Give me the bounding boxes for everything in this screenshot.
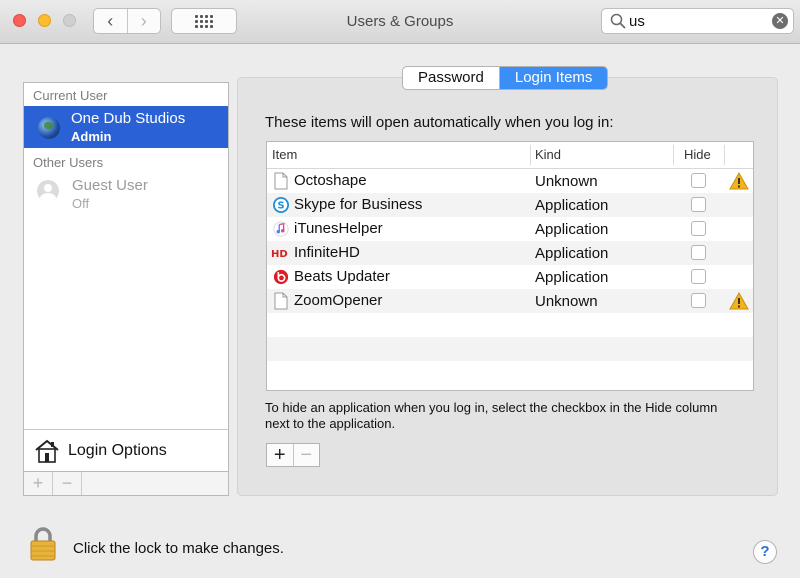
empty-row [267, 361, 753, 385]
globe-avatar-icon [38, 117, 60, 139]
warning-icon [729, 292, 749, 310]
hide-help-text: To hide an application when you log in, … [265, 400, 718, 431]
remove-user-button[interactable]: − [53, 472, 82, 495]
search-icon [610, 13, 626, 29]
item-name: Beats Updater [294, 268, 390, 285]
hide-checkbox[interactable] [691, 269, 706, 284]
search-input[interactable] [629, 12, 769, 30]
close-window-button[interactable] [13, 14, 26, 27]
table-row[interactable]: S Skype for Business Application [267, 193, 753, 217]
warning-icon [729, 172, 749, 190]
current-user-section-label: Current User [33, 88, 108, 103]
guest-user-name: Guest User [72, 177, 148, 194]
remove-login-item-button[interactable]: − [294, 444, 320, 466]
item-kind: Unknown [535, 173, 598, 190]
tab-login-items[interactable]: Login Items [499, 67, 608, 89]
login-options-label: Login Options [68, 442, 167, 459]
item-name: InfiniteHD [294, 244, 360, 261]
beats-icon [273, 269, 289, 285]
skype-icon: S [273, 197, 289, 213]
item-kind: Application [535, 221, 609, 238]
guest-avatar-icon [37, 180, 59, 202]
item-kind: Application [535, 197, 609, 214]
table-row[interactable]: iTunesHelper Application [267, 217, 753, 241]
item-name: ZoomOpener [294, 292, 383, 309]
chevron-right-icon: › [140, 10, 147, 31]
item-name: Octoshape [294, 172, 367, 189]
tab-password[interactable]: Password [403, 67, 500, 89]
item-kind: Application [535, 269, 609, 286]
item-name: iTunesHelper [294, 220, 383, 237]
add-login-item-button[interactable]: + [267, 444, 294, 466]
item-name: Skype for Business [294, 196, 423, 213]
hide-checkbox[interactable] [691, 245, 706, 260]
current-user-role: Admin [71, 129, 112, 144]
search-field[interactable]: ✕ [601, 8, 794, 34]
help-button[interactable]: ? [753, 540, 777, 564]
hide-checkbox[interactable] [691, 221, 706, 236]
clear-search-icon[interactable]: ✕ [772, 13, 788, 29]
item-kind: Application [535, 245, 609, 262]
login-items-add-remove: + − [266, 443, 320, 467]
users-list: Current User One Dub Studios Admin Other… [23, 82, 229, 472]
guest-user-status: Off [72, 196, 90, 211]
show-all-button[interactable] [171, 8, 237, 34]
table-row[interactable]: Beats Updater Application [267, 265, 753, 289]
svg-text:S: S [277, 201, 284, 212]
login-items-intro: These items will open automatically when… [265, 114, 614, 131]
login-items-table: Item Kind Hide Octoshape Unknown S Skype… [266, 141, 754, 391]
infinitehd-icon: HD [271, 249, 288, 260]
table-header: Item Kind Hide [267, 142, 753, 169]
forward-button[interactable]: › [128, 9, 161, 33]
empty-row [267, 337, 753, 361]
table-row[interactable]: ZoomOpener Unknown [267, 289, 753, 313]
login-options-item[interactable]: Login Options [24, 429, 228, 471]
document-icon [274, 172, 288, 190]
minimize-window-button[interactable] [38, 14, 51, 27]
lock-icon[interactable] [28, 526, 58, 562]
table-row[interactable]: Octoshape Unknown [267, 169, 753, 193]
hide-checkbox[interactable] [691, 197, 706, 212]
svg-text:HD: HD [271, 249, 288, 260]
back-button[interactable]: ‹ [94, 9, 128, 33]
hide-checkbox[interactable] [691, 293, 706, 308]
add-user-button[interactable]: + [24, 472, 53, 495]
title-bar: ‹ › Users & Groups ✕ [0, 0, 800, 44]
document-icon [274, 292, 288, 310]
chevron-left-icon: ‹ [107, 10, 114, 31]
table-row[interactable]: HD InfiniteHD Application [267, 241, 753, 265]
tab-bar: Password Login Items [402, 66, 609, 90]
zoom-window-button[interactable] [63, 14, 76, 27]
lock-message: Click the lock to make changes. [73, 540, 284, 557]
grid-icon [195, 14, 213, 28]
house-icon [35, 439, 59, 463]
users-add-remove: + − [23, 472, 229, 496]
item-kind: Unknown [535, 293, 598, 310]
navigation-buttons: ‹ › [93, 8, 161, 34]
current-user-item[interactable]: One Dub Studios Admin [24, 106, 228, 148]
column-kind-header[interactable]: Kind [535, 147, 561, 162]
column-item-header[interactable]: Item [272, 147, 297, 162]
hide-checkbox[interactable] [691, 173, 706, 188]
other-users-section-label: Other Users [33, 155, 104, 170]
current-user-name: One Dub Studios [71, 110, 186, 127]
empty-row [267, 313, 753, 337]
itunes-icon [273, 221, 289, 237]
column-hide-header[interactable]: Hide [684, 147, 711, 162]
